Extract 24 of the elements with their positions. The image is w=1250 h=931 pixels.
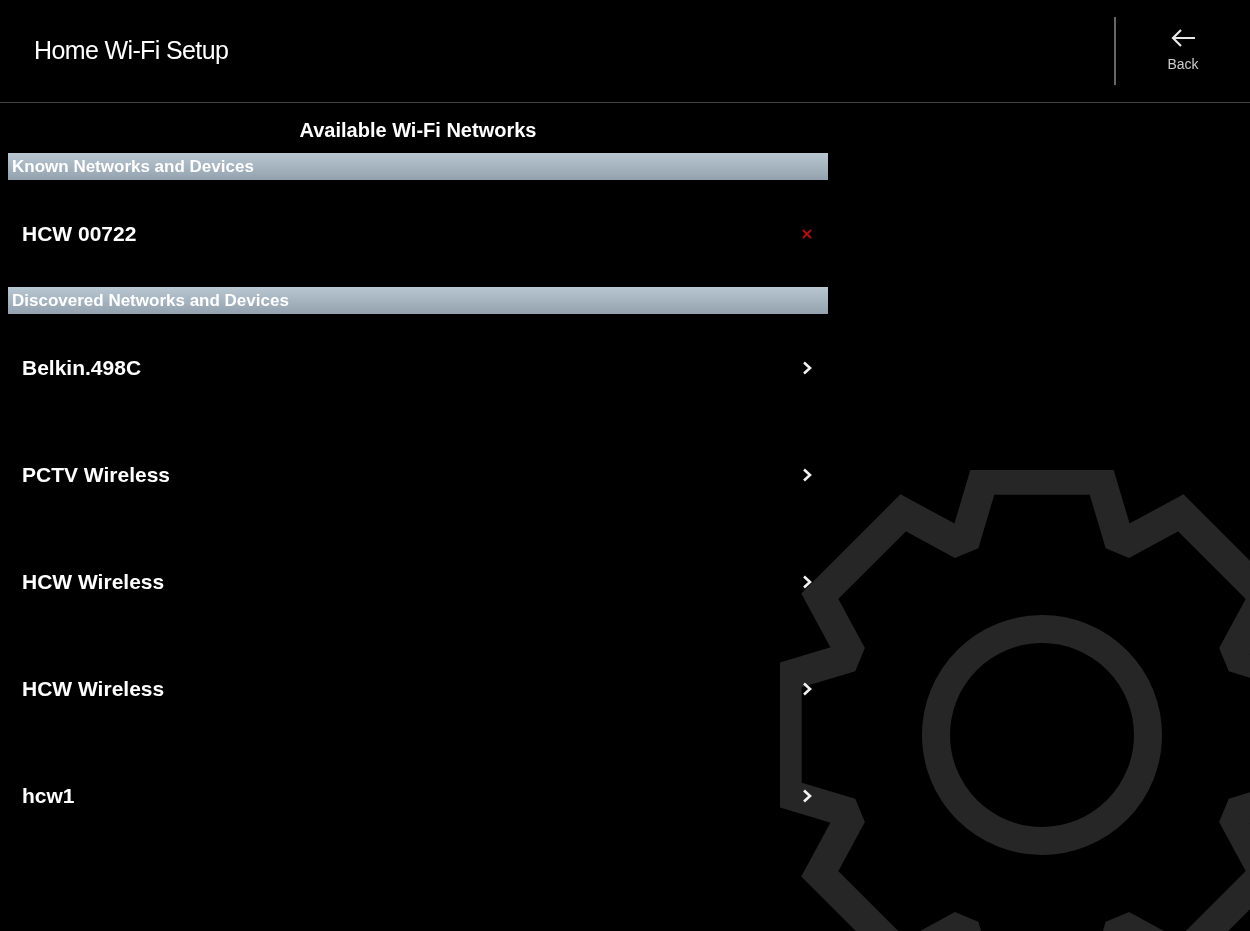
network-row[interactable]: PCTV Wireless bbox=[0, 421, 828, 528]
back-arrow-icon bbox=[1170, 27, 1196, 48]
network-name: Belkin.498C bbox=[22, 354, 142, 381]
back-button[interactable]: Back bbox=[1116, 27, 1250, 75]
network-row[interactable]: HCW Wireless bbox=[0, 635, 828, 742]
chevron-right-icon bbox=[802, 574, 812, 589]
network-name: HCW Wireless bbox=[22, 675, 165, 702]
section-header: Known Networks and Devices bbox=[8, 153, 828, 180]
chevron-right-icon bbox=[802, 467, 812, 482]
network-name: HCW 00722 bbox=[22, 220, 137, 247]
chevron-right-icon bbox=[802, 681, 812, 696]
network-row[interactable]: HCW Wireless bbox=[0, 528, 828, 635]
network-row[interactable]: hcw1 bbox=[0, 742, 828, 849]
network-row[interactable]: HCW 00722 bbox=[0, 180, 828, 287]
remove-icon[interactable] bbox=[802, 228, 812, 239]
chevron-right-icon bbox=[802, 360, 812, 375]
chevron-right-icon bbox=[802, 788, 812, 803]
network-name: hcw1 bbox=[22, 782, 75, 809]
network-name: PCTV Wireless bbox=[22, 461, 171, 488]
network-name: HCW Wireless bbox=[22, 568, 165, 595]
network-row[interactable]: Belkin.498C bbox=[0, 314, 828, 421]
list-heading: Available Wi-Fi Networks bbox=[298, 118, 538, 143]
section-header: Discovered Networks and Devices bbox=[8, 287, 828, 314]
page-title: Home Wi-Fi Setup bbox=[33, 35, 229, 67]
